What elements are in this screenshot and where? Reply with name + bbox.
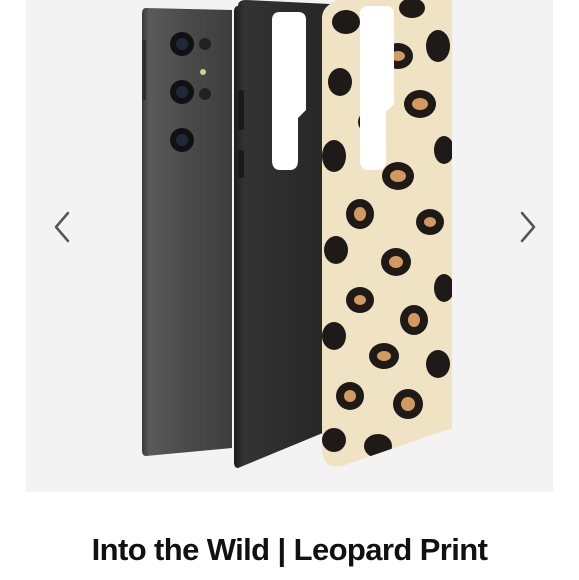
chevron-left-icon [54,211,70,243]
next-image-button[interactable] [510,205,546,249]
inner-case [234,0,330,468]
phone-back [142,8,232,456]
product-image [142,0,452,468]
leopard-case [322,0,452,467]
product-title: Into the Wild | Leopard Print [91,532,488,567]
chevron-right-icon [520,211,536,243]
prev-image-button[interactable] [44,205,80,249]
